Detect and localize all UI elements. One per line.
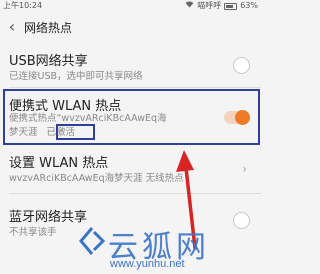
status-bar: 上午10:24 喵呼呼 63% — [0, 0, 261, 12]
usb-tethering-summary: 已连接USB，选中即可共享网络 — [9, 71, 143, 82]
battery-percent: 63% — [240, 1, 258, 10]
hotspot-status: 已激活 — [46, 127, 76, 138]
status-right: 喵呼呼 63% — [185, 0, 258, 12]
back-arrow-icon[interactable]: ‹ — [0, 13, 24, 41]
hotspot-name-suffix: 梦天涯 — [9, 127, 38, 138]
status-time: 上午10:24 — [3, 1, 43, 10]
list-item-portable-hotspot[interactable]: 便携式 WLAN 热点 便携式热点“wvzvARciKBcAAwEq海 梦天涯 … — [0, 90, 261, 144]
portable-hotspot-summary-line1: 便携式热点“wvzvARciKBcAAwEq海 — [9, 113, 167, 124]
list-item-usb-tethering[interactable]: USB网络共享 已连接USB，选中即可共享网络 — [0, 44, 261, 88]
usb-tethering-checkbox[interactable] — [233, 57, 250, 74]
portable-hotspot-toggle[interactable] — [224, 110, 250, 125]
bluetooth-tethering-summary: 不共享该手 — [9, 227, 57, 238]
list-item-bluetooth-tethering[interactable]: 蓝牙网络共享 不共享该手 — [0, 200, 261, 274]
usb-tethering-label: USB网络共享 — [9, 54, 88, 69]
divider — [9, 193, 261, 194]
bluetooth-tethering-checkbox[interactable] — [233, 212, 250, 229]
setup-hotspot-label: 设置 WLAN 热点 — [9, 156, 109, 171]
divider — [9, 87, 261, 88]
page-title: 网络热点 — [24, 20, 73, 35]
toggle-knob — [235, 110, 250, 125]
chevron-right-icon: › — [242, 162, 247, 176]
list-item-setup-hotspot[interactable]: 设置 WLAN 热点 wvzvARciKBcAAwEq海梦天涯 无线热点 › — [0, 148, 261, 194]
setup-hotspot-summary: wvzvARciKBcAAwEq海梦天涯 无线热点 — [9, 173, 184, 184]
bluetooth-tethering-label: 蓝牙网络共享 — [9, 210, 88, 225]
portable-hotspot-summary-line2: 梦天涯 已激活 — [9, 126, 75, 139]
app-bar: ‹ 网络热点 — [0, 13, 261, 41]
wifi-icon — [185, 0, 194, 12]
battery-icon — [224, 2, 238, 10]
carrier-label: 喵呼呼 — [197, 1, 222, 10]
